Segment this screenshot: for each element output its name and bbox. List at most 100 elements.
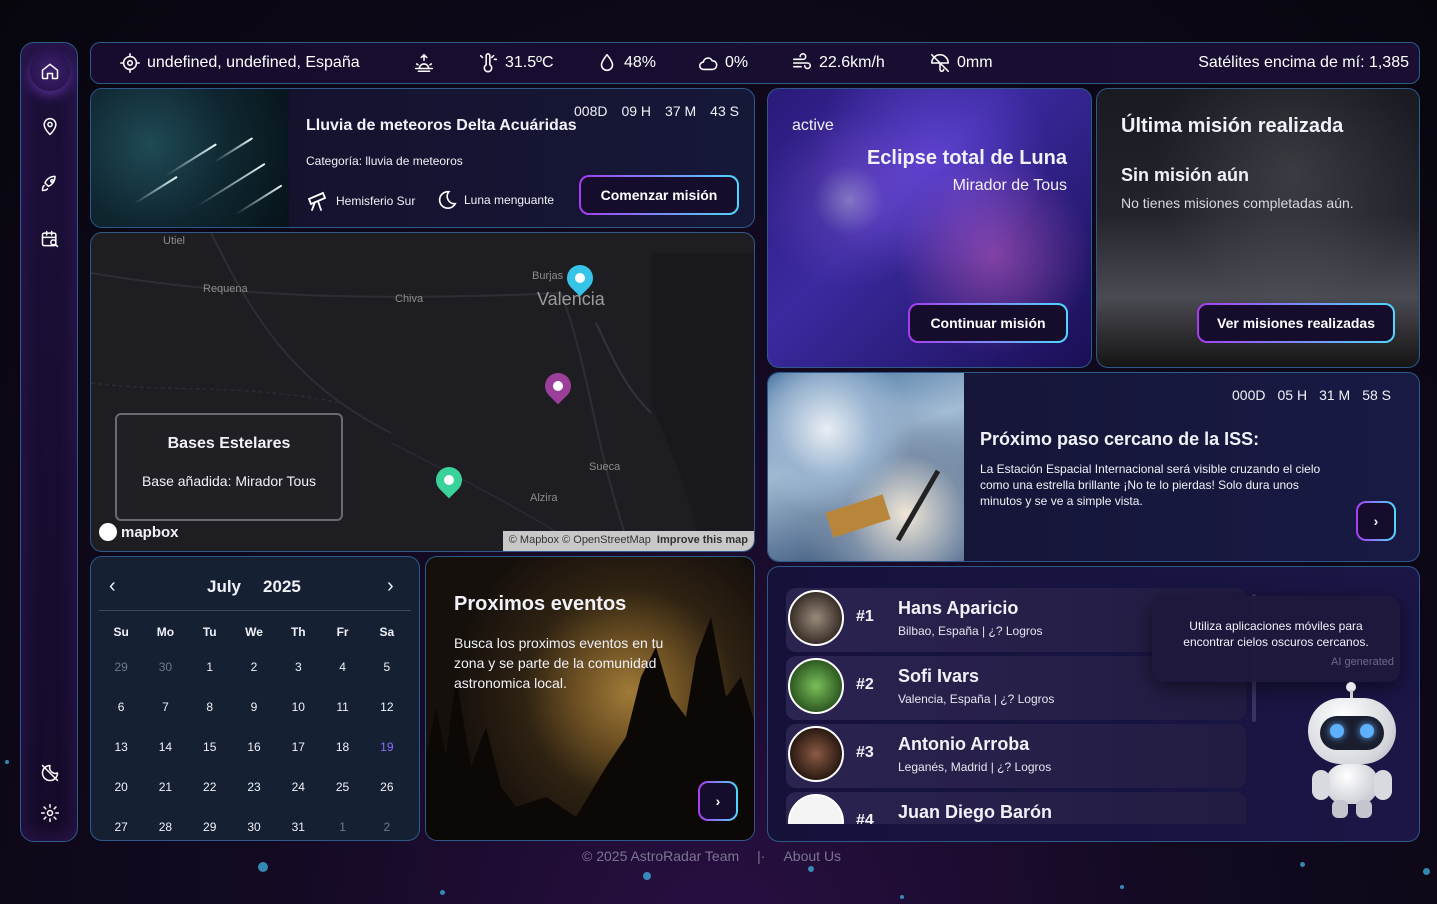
calendar-day[interactable]: 28 — [143, 820, 187, 834]
rain: 0mm — [929, 43, 993, 83]
footer-copyright: © 2025 AstroRadar Team — [582, 848, 740, 864]
attribution-text[interactable]: © Mapbox © OpenStreetMap — [509, 534, 651, 548]
leaderboard-sub: Leganés, Madrid | ¿? Logros — [898, 760, 1052, 774]
iss-next-button[interactable]: › — [1356, 501, 1396, 541]
event-moon-phase: Luna menguante — [436, 189, 554, 211]
wind: 22.6km/h — [791, 43, 885, 83]
calendar-day[interactable]: 3 — [276, 660, 320, 674]
calendar-day[interactable]: 23 — [232, 780, 276, 794]
leaderboard-row[interactable]: #3 Antonio Arroba Leganés, Madrid | ¿? L… — [786, 724, 1246, 788]
moon-phase-text: Luna menguante — [464, 193, 555, 207]
mapbox-logo[interactable]: mapbox — [99, 523, 179, 541]
events-description: Busca los proximos eventos en tu zona y … — [454, 635, 664, 691]
calendar-day[interactable]: 18 — [320, 740, 364, 754]
iss-card: 000D 05 H 31 M 58 S Próximo paso cercano… — [767, 372, 1420, 562]
calendar-day[interactable]: 2 — [232, 660, 276, 674]
calendar-day[interactable]: 6 — [99, 700, 143, 714]
last-mission-title: Última misión realizada — [1121, 115, 1344, 137]
iss-countdown-minutes: 31 M — [1319, 387, 1351, 403]
continue-mission-button[interactable]: Continuar misión — [908, 303, 1068, 343]
iss-countdown: 000D 05 H 31 M 58 S — [1232, 387, 1391, 403]
calendar-day[interactable]: 22 — [188, 780, 232, 794]
event-countdown: 008D 09 H 37 M 43 S — [574, 103, 739, 119]
calendar-day[interactable]: 17 — [276, 740, 320, 754]
calendar-day-today[interactable]: 19 — [365, 740, 409, 754]
weekday: Fr — [336, 625, 349, 639]
calendar-day[interactable]: 7 — [143, 700, 187, 714]
calendar-day[interactable]: 11 — [320, 700, 364, 714]
temperature: 31.5ºC — [477, 43, 554, 83]
calendar-day[interactable]: 9 — [232, 700, 276, 714]
robot-arm-right — [1374, 770, 1392, 800]
thermometer-icon — [479, 53, 498, 73]
sidebar-item-map[interactable] — [30, 107, 70, 147]
sidebar-item-events[interactable] — [30, 219, 70, 259]
cloud-sun-icon — [698, 57, 718, 71]
calendar-day[interactable]: 8 — [188, 700, 232, 714]
ai-generated-tag: AI generated — [1331, 656, 1394, 668]
week-row: 20 21 22 23 24 25 26 — [99, 767, 409, 807]
meteor-shower-image — [91, 89, 289, 227]
calendar-day[interactable]: 16 — [232, 740, 276, 754]
footer-about-link[interactable]: About Us — [783, 848, 841, 864]
leaderboard-name: Juan Diego Barón — [898, 802, 1053, 822]
calendar-day[interactable]: 26 — [365, 780, 409, 794]
sidebar-item-night-mode[interactable] — [30, 753, 70, 793]
chevron-right-icon: › — [1358, 503, 1394, 539]
calendar-day[interactable]: 27 — [99, 820, 143, 834]
start-mission-button[interactable]: Comenzar misión — [579, 175, 739, 215]
leaderboard-row[interactable]: #4 Juan Diego Barón — [786, 792, 1246, 824]
prev-month-button[interactable]: ‹ — [109, 575, 116, 598]
calendar-day[interactable]: 1 — [188, 660, 232, 674]
sidebar-item-settings[interactable] — [30, 793, 70, 833]
weekday: Sa — [379, 625, 395, 639]
start-mission-label: Comenzar misión — [581, 177, 737, 213]
leaderboard-rank: #1 — [856, 608, 874, 625]
countdown-hours: 09 H — [621, 103, 652, 119]
events-card: Proximos eventos Busca los proximos even… — [425, 556, 755, 841]
ai-tip-text: Utiliza aplicaciones móviles para encont… — [1183, 619, 1369, 649]
robot-assistant[interactable] — [1304, 682, 1400, 820]
map-label-valencia: Valencia — [537, 289, 605, 309]
calendar-day[interactable]: 30 — [232, 820, 276, 834]
calendar-day[interactable]: 29 — [188, 820, 232, 834]
wind-value: 22.6km/h — [819, 54, 885, 71]
calendar-day[interactable]: 24 — [276, 780, 320, 794]
footer: © 2025 AstroRadar Team |· About Us — [582, 848, 841, 864]
calendar-day[interactable]: 25 — [320, 780, 364, 794]
calendar-divider — [99, 610, 411, 611]
location-text: undefined, undefined, España — [147, 54, 360, 71]
map[interactable]: Utiel Requena Chiva Burjas Valencia Suec… — [90, 232, 755, 552]
calendar-day-outside[interactable]: 29 — [99, 660, 143, 674]
clouds-value: 0% — [725, 54, 749, 71]
weekday: Su — [113, 625, 129, 639]
calendar-day[interactable]: 14 — [143, 740, 187, 754]
improve-map-link[interactable]: Improve this map — [657, 534, 748, 548]
week-row: 13 14 15 16 17 18 19 — [99, 727, 409, 767]
robot-body — [1326, 764, 1378, 804]
iss-countdown-hours: 05 H — [1277, 387, 1308, 403]
events-next-button[interactable]: › — [698, 781, 738, 821]
calendar-day[interactable]: 12 — [365, 700, 409, 714]
calendar-day[interactable]: 10 — [276, 700, 320, 714]
mission-place: Mirador de Tous — [952, 177, 1067, 194]
calendar-day-outside[interactable]: 2 — [365, 820, 409, 834]
calendar-day[interactable]: 5 — [365, 660, 409, 674]
calendar-day[interactable]: 31 — [276, 820, 320, 834]
leaderboard-name: Sofi Ivars — [898, 666, 980, 686]
sidebar-item-missions[interactable] — [30, 163, 70, 203]
next-month-button[interactable]: › — [387, 575, 394, 598]
calendar-day-outside[interactable]: 1 — [320, 820, 364, 834]
continue-mission-label: Continuar misión — [910, 305, 1066, 341]
calendar-day-outside[interactable]: 30 — [143, 660, 187, 674]
calendar-day[interactable]: 21 — [143, 780, 187, 794]
robot-arm-left — [1312, 770, 1330, 800]
leaderboard-rank: #2 — [856, 676, 874, 693]
calendar-day[interactable]: 13 — [99, 740, 143, 754]
calendar-day[interactable]: 4 — [320, 660, 364, 674]
sidebar-item-home[interactable] — [30, 51, 70, 91]
view-missions-button[interactable]: Ver misiones realizadas — [1197, 303, 1395, 343]
droplet-icon — [600, 53, 614, 72]
calendar-day[interactable]: 15 — [188, 740, 232, 754]
calendar-day[interactable]: 20 — [99, 780, 143, 794]
